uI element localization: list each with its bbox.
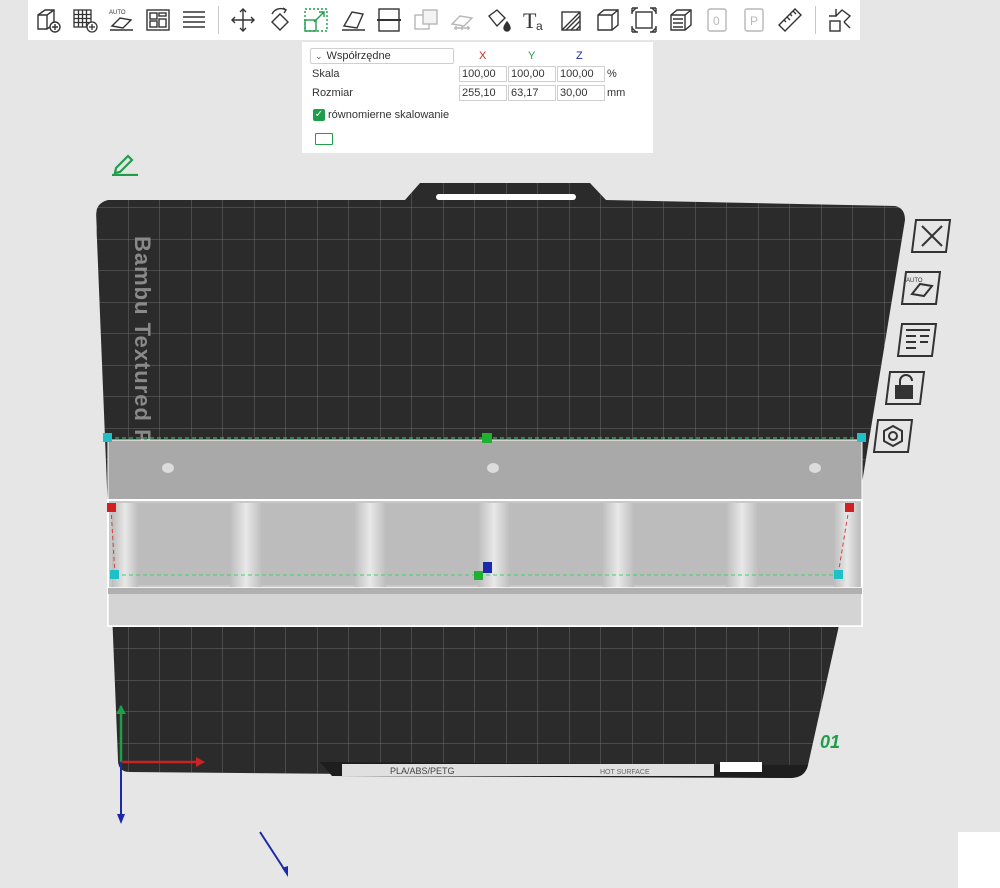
plate-number: 01 [820, 732, 841, 752]
scale-handle-corner[interactable] [834, 570, 843, 579]
scale-handle-corner[interactable] [857, 433, 866, 442]
hot-surface-label: HOT SURFACE [600, 769, 650, 776]
scale-handle-x-right[interactable] [845, 503, 854, 512]
scale-handle-corner[interactable] [110, 570, 119, 579]
viewport-3d[interactable]: Bambu Textured P PLA/ABS/PETG HOT SURFAC… [0, 0, 1000, 888]
auto-orient-side-icon[interactable]: AUTO [900, 270, 942, 306]
scale-handle-x-left[interactable] [107, 503, 116, 512]
scale-handle-y-back[interactable] [482, 433, 492, 443]
nut-icon[interactable] [872, 418, 914, 454]
scale-handle-z[interactable] [483, 562, 492, 573]
corner-panel [958, 832, 1000, 888]
arrange-side-icon[interactable] [896, 322, 938, 358]
model-object[interactable] [107, 439, 863, 627]
close-icon[interactable] [910, 218, 952, 254]
scale-handle-corner[interactable] [103, 433, 112, 442]
plate-brand-text: Bambu Textured P [130, 236, 155, 445]
plate-material-label: PLA/ABS/PETG [390, 766, 455, 776]
lock-icon[interactable] [884, 370, 926, 406]
scale-handle-y-front[interactable] [474, 571, 483, 580]
svg-text:AUTO: AUTO [906, 278, 923, 284]
